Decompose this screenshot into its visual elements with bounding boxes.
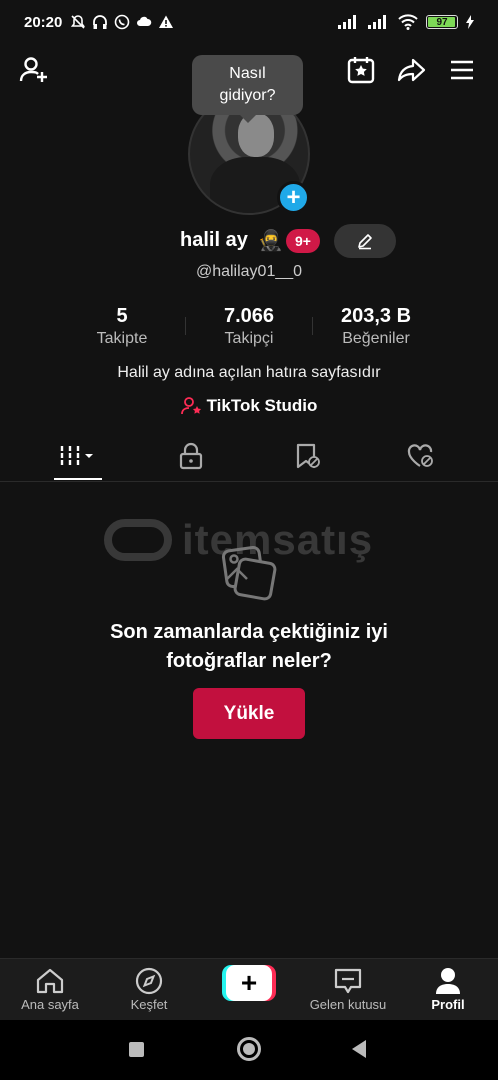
nav-home[interactable]: Ana sayfa	[0, 965, 100, 1012]
empty-state-line2: fotoğraflar neler?	[166, 650, 332, 672]
stat-likes-value: 203,3 B	[340, 305, 412, 327]
back-button[interactable]	[352, 1040, 366, 1058]
nav-discover[interactable]: Keşfet	[99, 965, 199, 1012]
tiktok-studio-link[interactable]: TikTok Studio	[0, 396, 498, 416]
mute-icon	[71, 15, 86, 29]
stat-following-value: 5	[116, 305, 128, 327]
tab-videos[interactable]	[28, 432, 128, 480]
tiktok-studio-label: TikTok Studio	[206, 396, 318, 415]
status-time: 20:20	[24, 13, 63, 31]
bookmark-hidden-icon	[296, 443, 320, 469]
tab-saved[interactable]	[258, 432, 358, 480]
nav-profile-label: Profil	[431, 997, 465, 1012]
stat-following-label: Takipte	[96, 330, 148, 347]
calendar-button[interactable]	[343, 52, 379, 88]
hamburger-menu-icon	[451, 60, 473, 80]
stat-divider	[185, 317, 186, 335]
home-icon	[36, 968, 64, 994]
empty-state-line1: Son zamanlarda çektiğiniz iyi	[110, 621, 388, 643]
studio-user-icon	[180, 397, 201, 415]
plus-icon: +	[286, 183, 301, 211]
charging-icon	[466, 15, 474, 29]
photos-icon	[221, 545, 277, 601]
system-navigation-bar	[0, 1020, 498, 1080]
stat-likes[interactable]: 203,3 B Beğeniler	[316, 305, 436, 348]
share-button[interactable]	[393, 52, 429, 88]
whatsapp-icon	[115, 14, 130, 30]
share-icon	[397, 58, 426, 82]
headphones-icon	[93, 15, 108, 29]
stat-divider	[312, 317, 313, 335]
stat-followers-label: Takipçi	[224, 330, 274, 347]
tooltip-line2: gidiyor?	[219, 87, 276, 104]
battery-icon: 97	[426, 15, 458, 29]
menu-button[interactable]	[444, 52, 480, 88]
ninja-emoji-icon: 🥷	[258, 230, 283, 252]
upload-button[interactable]: Yükle	[193, 688, 305, 739]
tab-liked[interactable]	[371, 432, 471, 480]
warning-icon	[159, 15, 174, 28]
inbox-icon	[334, 968, 362, 994]
calendar-star-icon	[347, 57, 375, 84]
tab-private[interactable]	[141, 432, 241, 480]
profile-username: @halilay01__0	[195, 263, 303, 280]
create-plus-icon: +	[240, 967, 258, 998]
watermark-logo-icon	[104, 519, 172, 561]
tooltip-line1: Nasıl	[229, 65, 266, 82]
nav-inbox-label: Gelen kutusu	[309, 997, 387, 1012]
profile-name: halil ay	[180, 229, 248, 251]
battery-level: 97	[436, 16, 448, 28]
heart-hidden-icon	[407, 444, 433, 467]
grid-icon	[60, 446, 93, 466]
edit-profile-button[interactable]	[334, 224, 396, 258]
nav-profile[interactable]: Profil	[398, 965, 498, 1012]
greeting-tooltip[interactable]: Nasıl gidiyor?	[192, 55, 303, 123]
cloud-icon	[137, 16, 152, 26]
watermark-text: itemsatış	[182, 516, 374, 563]
status-bar: 20:20 97	[0, 0, 498, 44]
wifi-icon	[398, 14, 418, 30]
signal-icon	[338, 15, 356, 29]
recents-button[interactable]	[129, 1042, 144, 1057]
pencil-icon	[358, 234, 372, 250]
bottom-navigation: Ana sayfa Keşfet + Gelen kutusu Profil	[0, 958, 498, 1020]
nav-home-label: Ana sayfa	[21, 997, 79, 1012]
stat-followers-value: 7.066	[223, 305, 275, 327]
stat-following[interactable]: 5 Takipte	[62, 305, 182, 348]
signal-icon-2	[368, 15, 386, 29]
stat-followers[interactable]: 7.066 Takipçi	[189, 305, 309, 348]
profile-bio: Halil ay adına açılan hatıra sayfasıdır	[117, 364, 381, 381]
lock-icon	[179, 442, 203, 470]
add-user-icon	[19, 57, 47, 82]
home-system-button[interactable]	[237, 1037, 261, 1061]
notification-badge[interactable]: 9+	[286, 229, 320, 253]
notification-icons	[70, 14, 174, 30]
system-icons: 97	[338, 14, 474, 30]
add-photo-button[interactable]: +	[277, 181, 310, 214]
empty-state-title: Son zamanlarda çektiğiniz iyi fotoğrafla…	[0, 618, 498, 676]
content-tabs	[0, 432, 498, 482]
profile-name-row: halil ay 🥷 9+	[0, 224, 498, 258]
profile-icon	[436, 968, 460, 994]
profile-stats: 5 Takipte 7.066 Takipçi 203,3 B Beğenile…	[0, 305, 498, 355]
nav-discover-label: Keşfet	[130, 997, 168, 1012]
create-button[interactable]: +	[222, 965, 276, 1001]
add-friend-button[interactable]	[16, 52, 52, 88]
compass-icon	[135, 967, 163, 995]
stat-likes-label: Beğeniler	[342, 330, 410, 347]
nav-inbox[interactable]: Gelen kutusu	[298, 965, 398, 1012]
